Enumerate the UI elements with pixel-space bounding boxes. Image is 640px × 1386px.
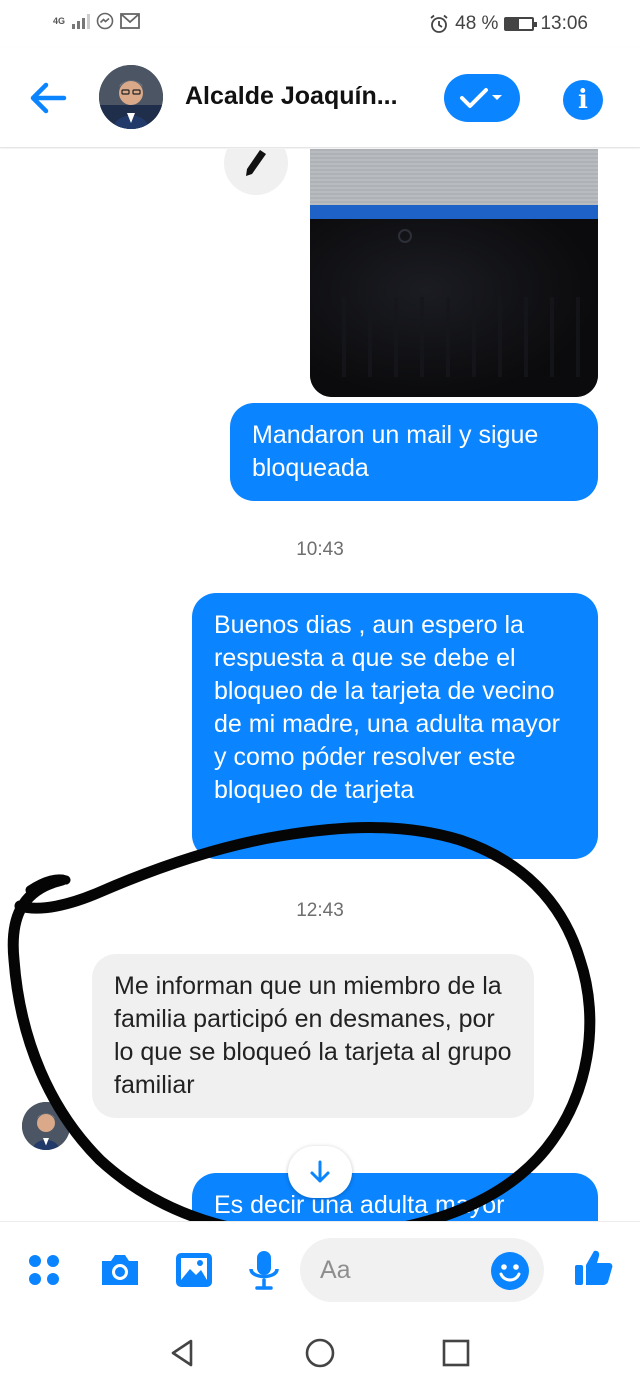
arrow-down-icon [310, 1160, 330, 1183]
conversation-header: Alcalde Joaquín... i [0, 48, 640, 148]
message-bubble-sent[interactable]: Mandaron un mail y sigue bloqueada [230, 403, 598, 501]
arrow-left-icon [30, 82, 67, 114]
thumbs-up-icon [575, 1250, 613, 1285]
system-navigation-bar [0, 1319, 640, 1386]
info-icon: i [578, 85, 588, 115]
status-bar: 4G 48 % 13:06 [0, 0, 640, 48]
back-button[interactable] [26, 76, 70, 120]
avatar-photo [22, 1102, 70, 1150]
message-composer [0, 1221, 640, 1319]
status-right: 48 % 13:06 [429, 13, 588, 35]
message-bubble-received[interactable]: Me informan que un miembro de la familia… [92, 954, 534, 1118]
signal-icon [72, 13, 90, 29]
camera-icon [102, 1255, 138, 1285]
message-bubble-sent[interactable]: Es decir una adulta mayor [192, 1173, 598, 1221]
square-recents-icon [442, 1339, 470, 1367]
gallery-icon [176, 1253, 212, 1287]
emoji-icon [492, 1253, 528, 1289]
timestamp: 12:43 [296, 900, 344, 921]
gallery-button[interactable] [170, 1246, 218, 1294]
apps-button[interactable] [20, 1246, 68, 1294]
edit-image-button[interactable] [224, 149, 288, 195]
pencil-icon [246, 150, 266, 176]
clock: 13:06 [540, 13, 588, 34]
nav-recents-button[interactable] [436, 1333, 476, 1373]
battery-percent: 48 % [455, 13, 499, 34]
scroll-to-bottom-button[interactable] [288, 1146, 352, 1198]
sender-avatar [22, 1102, 70, 1150]
nav-back-button[interactable] [162, 1333, 202, 1373]
contact-name[interactable]: Alcalde Joaquín... [185, 82, 415, 111]
verified-status-button[interactable] [444, 74, 520, 122]
laptop-taskbar [310, 205, 598, 219]
sent-image[interactable] [310, 149, 598, 397]
mail-icon [120, 13, 140, 29]
status-left: 4G [52, 12, 140, 30]
message-thread[interactable]: Mandaron un mail y sigue bloqueada 10:43… [0, 149, 640, 1221]
timestamp: 10:43 [296, 539, 344, 560]
laptop-logo [398, 229, 412, 243]
battery-level [506, 19, 519, 29]
camera-button[interactable] [96, 1246, 144, 1294]
apps-grid-icon [29, 1255, 59, 1285]
battery-icon [504, 17, 538, 31]
checkmark-dropdown-icon [460, 88, 502, 108]
circle-home-icon [305, 1338, 335, 1368]
like-button[interactable] [570, 1244, 618, 1292]
triangle-back-icon [171, 1339, 193, 1367]
laptop-keyboard [320, 297, 590, 377]
microphone-icon [249, 1251, 279, 1290]
contact-avatar[interactable] [99, 65, 163, 129]
network-type: 4G [52, 15, 65, 26]
nav-home-button[interactable] [300, 1333, 340, 1373]
info-button[interactable]: i [563, 80, 603, 120]
alarm-clock-icon [430, 14, 448, 33]
emoji-button[interactable] [491, 1252, 529, 1290]
avatar-photo [99, 65, 163, 129]
laptop-screen [310, 149, 598, 205]
messenger-notification-icon [96, 12, 114, 30]
message-bubble-sent[interactable]: Buenos dias , aun espero la respuesta a … [192, 593, 598, 859]
voice-button[interactable] [240, 1246, 288, 1294]
